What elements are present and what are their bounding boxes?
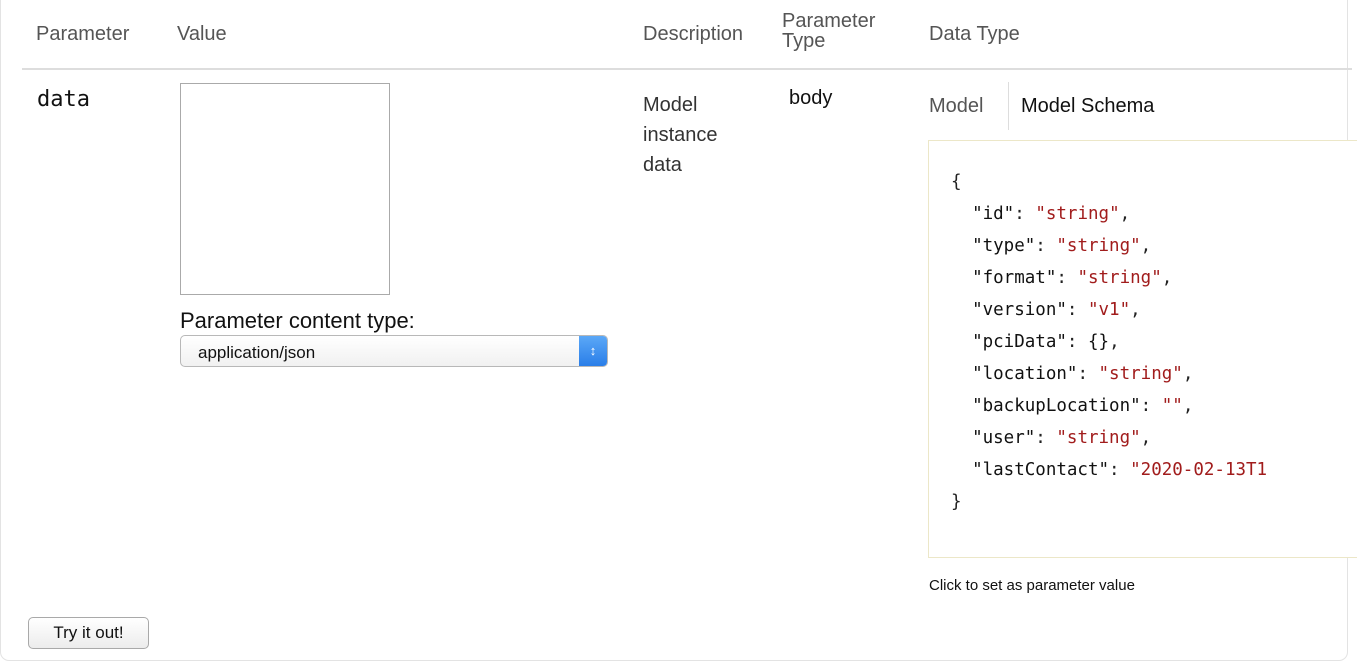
header-parameter: Parameter xyxy=(36,23,130,45)
schema-line: "user": "string", xyxy=(972,428,1152,448)
schema-value: "string" xyxy=(1056,236,1141,256)
parameter-name: data xyxy=(37,87,90,112)
tab-model[interactable]: Model xyxy=(929,95,983,118)
schema-value: "" xyxy=(1161,396,1183,416)
schema-value: "string" xyxy=(1077,268,1162,288)
header-data-type: Data Type xyxy=(929,23,1020,45)
schema-line: "version": "v1", xyxy=(972,300,1141,320)
header-parameter-type-line2: Type xyxy=(782,30,826,52)
schema-value: {} xyxy=(1087,332,1110,352)
description-line: Model xyxy=(643,94,698,116)
schema-value: "v1" xyxy=(1087,300,1131,320)
header-description: Description xyxy=(643,23,744,45)
schema-line: "lastContact": "2020-02-13T1 xyxy=(972,460,1268,480)
schema-value: "string" xyxy=(1056,428,1141,448)
schema-line: "id": "string", xyxy=(972,204,1131,224)
parameter-description: Model instance data xyxy=(643,90,743,180)
description-line: data xyxy=(643,154,682,176)
schema-brace: } xyxy=(951,492,962,512)
schema-brace: { xyxy=(951,172,962,192)
schema-key: "user" xyxy=(972,428,1036,448)
schema-line: "type": "string", xyxy=(972,236,1152,256)
tab-model-schema[interactable]: Model Schema xyxy=(1021,95,1154,118)
schema-line: } xyxy=(951,486,1267,518)
schema-key: "version" xyxy=(972,300,1067,320)
schema-line: "format": "string", xyxy=(972,268,1173,288)
description-line: instance xyxy=(643,124,718,146)
header-divider xyxy=(22,68,1352,70)
schema-value: "string" xyxy=(1035,204,1120,224)
schema-line: { xyxy=(951,166,1267,198)
content-type-select[interactable]: application/json ↕ xyxy=(180,335,608,367)
content-type-label: Parameter content type: xyxy=(180,308,415,333)
schema-key: "location" xyxy=(972,364,1078,384)
parameter-type: body xyxy=(789,87,833,109)
model-schema-box[interactable]: { "id": "string", "type": "string", "for… xyxy=(928,140,1357,558)
schema-line: "location": "string", xyxy=(972,364,1194,384)
schema-code: { "id": "string", "type": "string", "for… xyxy=(951,166,1267,518)
header-parameter-type: Parameter Type xyxy=(782,11,875,51)
select-updown-icon: ↕ xyxy=(579,336,607,366)
parameter-value-textarea[interactable] xyxy=(180,83,390,295)
schema-line: "backupLocation": "", xyxy=(972,396,1194,416)
schema-hint: Click to set as parameter value xyxy=(929,577,1135,594)
header-value: Value xyxy=(177,23,227,45)
tab-divider xyxy=(1008,82,1009,130)
content-type-selected-value: application/json xyxy=(198,343,316,362)
try-it-out-button[interactable]: Try it out! xyxy=(28,617,149,649)
schema-key: "backupLocation" xyxy=(972,396,1141,416)
schema-line: "pciData": {}, xyxy=(972,332,1120,352)
header-parameter-type-line1: Parameter xyxy=(782,10,876,32)
schema-key: "format" xyxy=(972,268,1057,288)
schema-key: "pciData" xyxy=(972,332,1067,352)
schema-value: "2020-02-13T1 xyxy=(1130,460,1268,480)
schema-key: "id" xyxy=(972,204,1015,224)
schema-key: "lastContact" xyxy=(972,460,1110,480)
schema-key: "type" xyxy=(972,236,1036,256)
schema-value: "string" xyxy=(1098,364,1183,384)
